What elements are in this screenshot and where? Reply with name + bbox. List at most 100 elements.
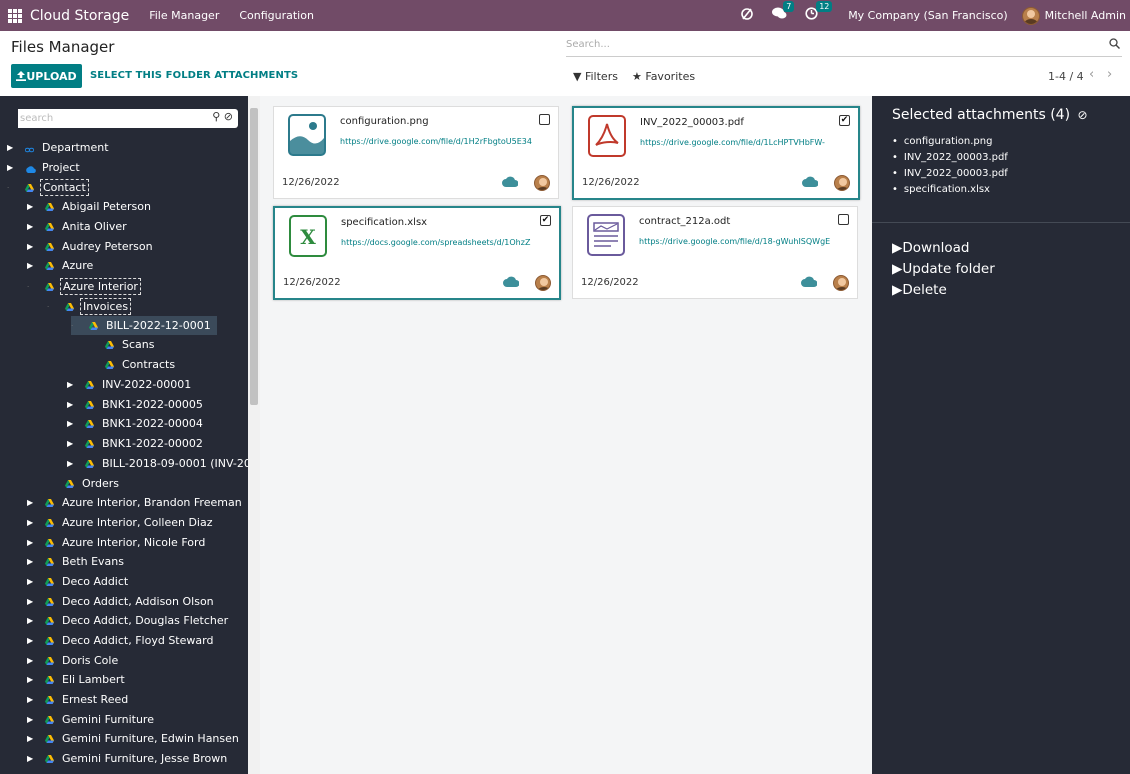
attachment-checkbox[interactable]: ✔ <box>839 115 850 126</box>
collapse-caret-icon[interactable]: · <box>47 303 55 311</box>
pager-previous-icon[interactable]: ‹ <box>1089 67 1094 82</box>
expand-caret-icon[interactable]: ▶ <box>27 636 35 645</box>
expand-caret-icon[interactable]: ▶ <box>27 557 35 566</box>
upload-button[interactable]: UPLOAD <box>11 64 82 88</box>
expand-caret-icon[interactable]: ▶ <box>27 202 35 211</box>
expand-caret-icon[interactable]: ▶ <box>27 498 35 507</box>
chat-icon[interactable]: 7 <box>772 1 795 24</box>
tree-node[interactable]: ▶ Anita Oliver <box>27 217 129 236</box>
attachment-checkbox[interactable] <box>838 214 849 225</box>
tree-node[interactable]: Scans <box>87 335 156 354</box>
activity-clock-icon[interactable]: 12 <box>805 1 833 24</box>
expand-caret-icon[interactable]: ▶ <box>67 459 75 468</box>
download-action[interactable]: ▶Download <box>892 240 970 256</box>
user-menu[interactable]: Mitchell Admin <box>1045 9 1126 22</box>
attachment-checkbox[interactable]: ✔ <box>540 215 551 226</box>
tree-node[interactable]: ▶ Department <box>7 138 111 157</box>
collapse-caret-icon[interactable]: · <box>27 283 35 291</box>
expand-caret-icon[interactable]: ▶ <box>27 675 35 684</box>
tree-node[interactable]: ▶ Gemini Furniture, Jesse Brown <box>27 749 229 768</box>
expand-caret-icon[interactable]: ▶ <box>27 695 35 704</box>
tree-node[interactable]: ▶ Azure Interior, Nicole Ford <box>27 533 207 552</box>
clear-selection-icon[interactable]: ⊘ <box>1078 108 1088 122</box>
tree-node[interactable]: ▶ BILL-2018-09-0001 (INV-2018-0 <box>67 454 278 473</box>
tree-node[interactable]: ▶ Beth Evans <box>27 552 126 571</box>
expand-caret-icon[interactable]: ▶ <box>27 754 35 763</box>
collapse-caret-icon[interactable]: · <box>7 184 15 192</box>
favorites-button[interactable]: ★ Favorites <box>632 70 695 83</box>
expand-caret-icon[interactable]: ▶ <box>27 597 35 606</box>
expand-caret-icon[interactable]: ▶ <box>27 734 35 743</box>
tree-node[interactable]: ▶ Abigail Peterson <box>27 197 153 216</box>
expand-caret-icon[interactable]: ▶ <box>27 538 35 547</box>
expand-caret-icon[interactable]: ▶ <box>27 656 35 665</box>
tree-node[interactable]: ▶ BNK1-2022-00005 <box>67 395 205 414</box>
tree-node[interactable]: ▶ Audrey Peterson <box>27 237 155 256</box>
expand-caret-icon[interactable]: ▶ <box>67 439 75 448</box>
expand-caret-icon[interactable]: ▶ <box>27 518 35 527</box>
company-switcher[interactable]: My Company (San Francisco) <box>848 9 1007 22</box>
collapse-caret-icon[interactable]: · <box>71 322 79 330</box>
attachment-card[interactable]: X specification.xlsx https://docs.google… <box>273 206 561 300</box>
tree-node[interactable]: · Invoices <box>47 297 132 316</box>
tree-node[interactable]: ▶ Gemini Furniture <box>27 710 156 729</box>
search-icon[interactable] <box>1109 38 1120 52</box>
expand-caret-icon[interactable]: ▶ <box>27 715 35 724</box>
tree-node[interactable]: · Azure Interior <box>27 277 141 296</box>
app-brand[interactable]: Cloud Storage <box>30 8 129 24</box>
attachment-url[interactable]: https://docs.google.com/spreadsheets/d/1… <box>341 238 551 247</box>
pager-value[interactable]: 1-4 / 4 <box>1048 70 1084 83</box>
tree-node[interactable]: ▶ Deco Addict, Douglas Fletcher <box>27 611 230 630</box>
tree-node[interactable]: ▶ Azure Interior, Brandon Freeman <box>27 493 244 512</box>
attachment-card[interactable]: contract_212a.odt https://drive.google.c… <box>572 206 858 299</box>
tree-node[interactable]: Orders <box>47 474 121 493</box>
tree-node[interactable]: ▶ BNK1-2022-00002 <box>67 434 205 453</box>
select-folder-attachments-button[interactable]: SELECT THIS FOLDER ATTACHMENTS <box>90 70 298 81</box>
tree-node[interactable]: ▶ Azure <box>27 256 95 275</box>
attachment-checkbox[interactable] <box>539 114 550 125</box>
attachment-card[interactable]: configuration.png https://drive.google.c… <box>273 106 559 199</box>
tree-node[interactable]: ▶ Eli Lambert <box>27 670 127 689</box>
user-avatar[interactable] <box>1021 6 1040 25</box>
tree-node[interactable]: ▶ Deco Addict, Addison Olson <box>27 592 216 611</box>
pager-next-icon[interactable]: › <box>1107 67 1112 82</box>
attachment-url[interactable]: https://drive.google.com/file/d/1LcHPTVH… <box>640 138 850 147</box>
delete-action[interactable]: ▶Delete <box>892 282 947 298</box>
tree-node[interactable]: ▶ Gemini Furniture, Edwin Hansen <box>27 729 241 748</box>
apps-grid-icon[interactable] <box>8 8 22 23</box>
tree-clear-icon[interactable]: ⊘ <box>224 110 233 123</box>
tree-node[interactable]: ▶ Azure Interior, Colleen Diaz <box>27 513 215 532</box>
tree-node[interactable]: ▶ Deco Addict, Floyd Steward <box>27 631 215 650</box>
menu-file-manager[interactable]: File Manager <box>149 9 219 22</box>
expand-caret-icon[interactable]: ▶ <box>7 163 15 172</box>
expand-caret-icon[interactable]: ▶ <box>67 380 75 389</box>
tree-node[interactable]: ▶ BNK1-2022-00004 <box>67 414 205 433</box>
tree-node[interactable]: · Contact <box>7 178 89 197</box>
expand-caret-icon[interactable]: ▶ <box>27 577 35 586</box>
expand-caret-icon[interactable]: ▶ <box>27 242 35 251</box>
tree-node[interactable]: · BILL-2022-12-0001 <box>71 316 217 335</box>
expand-caret-icon[interactable]: ▶ <box>27 222 35 231</box>
attachment-card[interactable]: INV_2022_00003.pdf https://drive.google.… <box>572 106 860 200</box>
tree-node[interactable]: ▶ Project <box>7 158 82 177</box>
tree-node[interactable]: ▶ Deco Addict <box>27 572 130 591</box>
filters-button[interactable]: ▼ Filters <box>573 70 618 83</box>
sidebar-scroll-thumb[interactable] <box>250 108 258 405</box>
tree-node[interactable]: ▶ Doris Cole <box>27 651 120 670</box>
tree-search-input[interactable] <box>18 109 198 128</box>
tree-node[interactable]: ▶ Ernest Reed <box>27 690 130 709</box>
expand-caret-icon[interactable]: ▶ <box>7 143 15 152</box>
menu-configuration[interactable]: Configuration <box>239 9 314 22</box>
attachment-url[interactable]: https://drive.google.com/file/d/18-gWuhI… <box>639 237 849 246</box>
expand-caret-icon[interactable]: ▶ <box>27 261 35 270</box>
tree-search-icon[interactable]: ⚲ <box>212 110 220 123</box>
expand-caret-icon[interactable]: ▶ <box>67 419 75 428</box>
tree-node[interactable]: ▶ INV-2022-00001 <box>67 375 193 394</box>
expand-caret-icon[interactable]: ▶ <box>67 400 75 409</box>
search-input[interactable] <box>566 35 1086 50</box>
odoo-debug-icon[interactable] <box>740 7 754 25</box>
tree-node[interactable]: Contracts <box>87 355 177 374</box>
attachment-url[interactable]: https://drive.google.com/file/d/1H2rFbgt… <box>340 137 550 146</box>
update-folder-action[interactable]: ▶Update folder <box>892 261 995 277</box>
expand-caret-icon[interactable]: ▶ <box>27 616 35 625</box>
